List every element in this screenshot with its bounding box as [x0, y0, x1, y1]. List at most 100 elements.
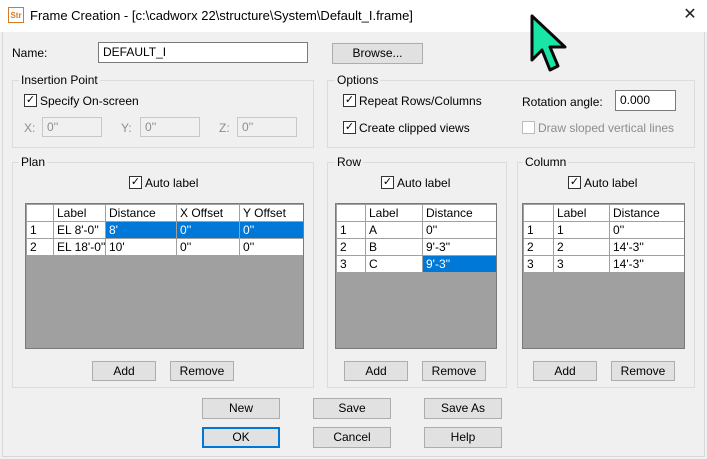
insertion-point-group: [12, 80, 314, 148]
draw-sloped-checkbox[interactable]: [522, 121, 535, 134]
mouse-cursor-icon: [530, 14, 567, 72]
column-add-button[interactable]: Add: [533, 361, 597, 381]
save-as-button[interactable]: Save As: [424, 398, 502, 419]
table-row[interactable]: 1 EL 8'-0'' 8' 0'' 0'': [26, 221, 303, 239]
row-grid: Label Distance 1 A 0'' 2 B 9'-3'' 3 C 9'…: [335, 203, 497, 349]
browse-button[interactable]: Browse...: [332, 43, 423, 64]
column-auto-label-checkbox[interactable]: ✓: [568, 176, 581, 189]
plan-add-button[interactable]: Add: [92, 361, 156, 381]
plan-auto-label-text: Auto label: [145, 176, 199, 190]
column-remove-button[interactable]: Remove: [611, 361, 675, 381]
save-button[interactable]: Save: [313, 398, 391, 419]
cancel-button[interactable]: Cancel: [313, 427, 391, 448]
plan-header-label: Label: [53, 204, 106, 222]
y-offset-cell[interactable]: 0'': [239, 221, 303, 239]
plan-header-corner: [26, 204, 54, 222]
table-row[interactable]: 3 C 9'-3'': [336, 255, 496, 273]
row-header-distance: Distance: [422, 204, 496, 222]
plan-grid-header: Label Distance X Offset Y Offset: [26, 204, 303, 222]
table-row[interactable]: 2 B 9'-3'': [336, 238, 496, 256]
column-grid-header: Label Distance: [523, 204, 684, 222]
column-header-label: Label: [553, 204, 610, 222]
y-label: Y:: [121, 121, 132, 135]
distance-cell[interactable]: 0'': [609, 221, 684, 239]
repeat-rows-columns-checkbox[interactable]: ✓: [343, 94, 356, 107]
label-cell[interactable]: EL 8'-0'': [53, 221, 106, 239]
y-input[interactable]: 0'': [140, 117, 200, 137]
x-label: X:: [24, 121, 36, 135]
row-title: Row: [335, 155, 364, 169]
insertion-point-title: Insertion Point: [19, 73, 100, 87]
distance-cell[interactable]: 10': [105, 238, 177, 256]
help-button[interactable]: Help: [424, 427, 502, 448]
repeat-rows-columns-label: Repeat Rows/Columns: [359, 94, 482, 108]
distance-cell[interactable]: 9'-3'': [422, 255, 496, 273]
draw-sloped-label: Draw sloped vertical lines: [538, 121, 675, 135]
column-header-corner: [523, 204, 554, 222]
create-clipped-views-label: Create clipped views: [359, 121, 470, 135]
ok-button[interactable]: OK: [202, 427, 280, 448]
z-label: Z:: [219, 121, 230, 135]
label-cell[interactable]: A: [365, 221, 423, 239]
column-grid: Label Distance 1 1 0'' 2 2 14'-3'' 3 3 1…: [522, 203, 685, 349]
x-offset-cell[interactable]: 0'': [176, 221, 240, 239]
row-number: 1: [26, 221, 54, 239]
label-cell[interactable]: C: [365, 255, 423, 273]
row-add-button[interactable]: Add: [344, 361, 408, 381]
row-number: 3: [523, 255, 554, 273]
row-number: 2: [523, 238, 554, 256]
distance-cell[interactable]: 8': [105, 221, 177, 239]
y-offset-cell[interactable]: 0'': [239, 238, 303, 256]
column-auto-label-text: Auto label: [584, 176, 638, 190]
rotation-angle-input[interactable]: 0.000: [615, 90, 676, 111]
row-header-corner: [336, 204, 366, 222]
row-number: 1: [523, 221, 554, 239]
plan-header-y-offset: Y Offset: [239, 204, 303, 222]
label-cell[interactable]: 1: [553, 221, 610, 239]
table-row[interactable]: 1 1 0'': [523, 221, 684, 239]
row-auto-label-checkbox[interactable]: ✓: [381, 176, 394, 189]
plan-grid: Label Distance X Offset Y Offset 1 EL 8'…: [25, 203, 304, 349]
row-auto-label-text: Auto label: [397, 176, 451, 190]
plan-header-x-offset: X Offset: [176, 204, 240, 222]
label-cell[interactable]: 3: [553, 255, 610, 273]
z-input[interactable]: 0'': [237, 117, 297, 137]
rotation-angle-label: Rotation angle:: [522, 95, 603, 109]
x-input[interactable]: 0'': [42, 117, 102, 137]
table-row[interactable]: 2 EL 18'-0'' 10' 0'' 0'': [26, 238, 303, 256]
row-number: 2: [26, 238, 54, 256]
name-label: Name:: [12, 46, 48, 60]
specify-onscreen-label: Specify On-screen: [40, 94, 139, 108]
row-header-label: Label: [365, 204, 423, 222]
label-cell[interactable]: B: [365, 238, 423, 256]
label-cell[interactable]: EL 18'-0'': [53, 238, 106, 256]
plan-title: Plan: [19, 155, 48, 169]
x-offset-cell[interactable]: 0'': [176, 238, 240, 256]
column-header-distance: Distance: [609, 204, 684, 222]
plan-header-distance: Distance: [105, 204, 177, 222]
distance-cell[interactable]: 14'-3'': [609, 238, 684, 256]
create-clipped-views-checkbox[interactable]: ✓: [343, 121, 356, 134]
row-grid-header: Label Distance: [336, 204, 496, 222]
new-button[interactable]: New: [202, 398, 280, 419]
specify-onscreen-checkbox[interactable]: ✓: [24, 94, 37, 107]
plan-auto-label-checkbox[interactable]: ✓: [129, 176, 142, 189]
row-number: 3: [336, 255, 366, 273]
row-remove-button[interactable]: Remove: [422, 361, 486, 381]
app-icon: Str: [8, 7, 24, 23]
close-icon[interactable]: ✕: [676, 5, 704, 25]
distance-cell[interactable]: 9'-3'': [422, 238, 496, 256]
distance-cell[interactable]: 0'': [422, 221, 496, 239]
table-row[interactable]: 2 2 14'-3'': [523, 238, 684, 256]
row-number: 2: [336, 238, 366, 256]
label-cell[interactable]: 2: [553, 238, 610, 256]
name-input[interactable]: DEFAULT_I: [98, 42, 308, 63]
plan-remove-button[interactable]: Remove: [170, 361, 234, 381]
row-number: 1: [336, 221, 366, 239]
distance-cell[interactable]: 14'-3'': [609, 255, 684, 273]
options-title: Options: [335, 73, 381, 87]
window-title: Frame Creation - [c:\cadworx 22\structur…: [30, 8, 413, 23]
table-row[interactable]: 1 A 0'': [336, 221, 496, 239]
column-title: Column: [523, 155, 569, 169]
table-row[interactable]: 3 3 14'-3'': [523, 255, 684, 273]
